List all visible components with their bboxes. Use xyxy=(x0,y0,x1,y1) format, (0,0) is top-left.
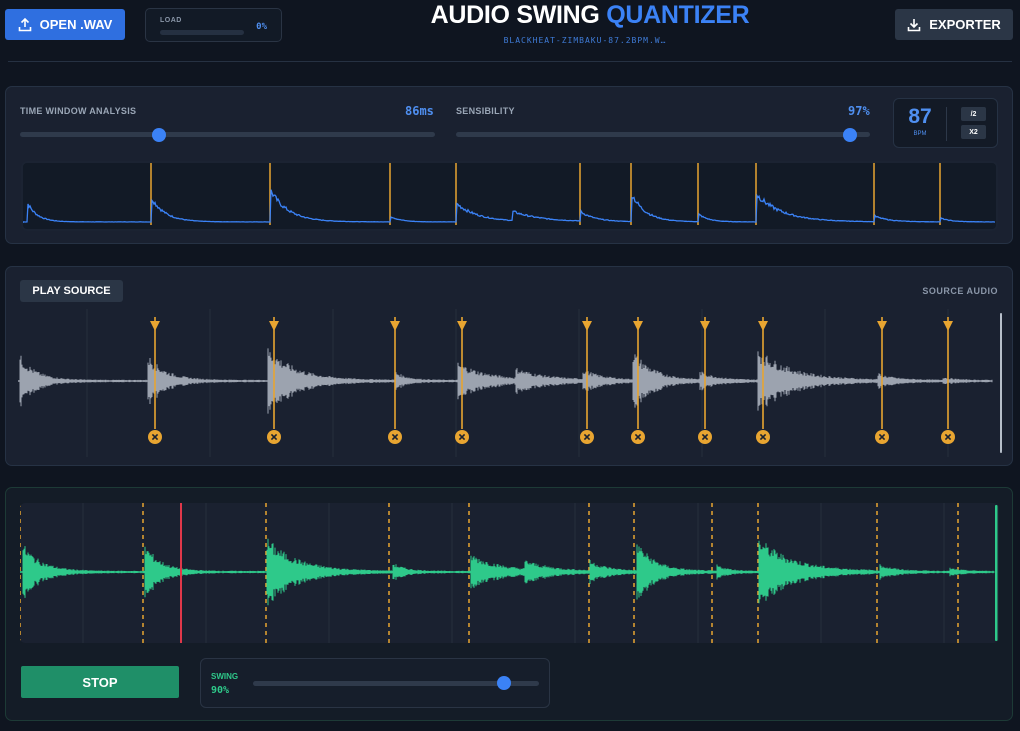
onset-envelope xyxy=(23,189,995,223)
source-audio-title: SOURCE AUDIO xyxy=(922,286,998,296)
onset-envelope-svg xyxy=(23,163,995,225)
bpm-value: 87 xyxy=(908,105,932,128)
bpm-display: 87 BPM /2 X2 xyxy=(893,98,998,148)
onset-marker-triangle xyxy=(269,321,279,331)
onset-marker-triangle xyxy=(390,321,400,331)
end-marker xyxy=(995,505,998,641)
time-window-value: 86ms xyxy=(405,104,434,118)
app-title-main: AUDIO SWING xyxy=(430,1,607,29)
analysis-panel: TIME WINDOW ANALYSIS 86ms SENSIBILITY 97… xyxy=(5,86,1013,244)
load-bar xyxy=(160,30,244,35)
onset-marker-triangle xyxy=(758,321,768,331)
time-window-slider[interactable] xyxy=(20,132,435,137)
swing-value: 90% xyxy=(211,685,230,696)
bpm-divider xyxy=(946,107,947,141)
app-title: AUDIO SWING QUANTIZER xyxy=(0,1,1020,30)
header-divider xyxy=(8,61,1012,62)
output-panel: STOP SWING 90% xyxy=(5,487,1013,721)
source-waveform[interactable] xyxy=(18,309,1002,457)
onset-marker-triangle xyxy=(582,321,592,331)
onset-marker-triangle xyxy=(633,321,643,331)
onset-marker-triangle xyxy=(150,321,160,331)
app-title-accent: QUANTIZER xyxy=(606,1,750,29)
swing-control: SWING 90% xyxy=(200,658,550,708)
stop-button[interactable]: STOP xyxy=(21,666,179,698)
sensibility-value: 97% xyxy=(848,104,870,118)
waveform-path xyxy=(20,538,995,606)
time-window-thumb[interactable] xyxy=(152,128,166,142)
onset-marker-triangle xyxy=(877,321,887,331)
swing-label: SWING xyxy=(211,672,239,681)
file-name: BLACKHEAT-ZIMBAKU-87.2BPM.W… xyxy=(503,36,667,45)
source-waveform-svg xyxy=(18,309,1002,457)
quantized-waveform-svg xyxy=(20,503,998,643)
onset-marker-triangle xyxy=(943,321,953,331)
sensibility-thumb[interactable] xyxy=(843,128,857,142)
play-source-button[interactable]: PLAY SOURCE xyxy=(20,280,123,302)
end-marker xyxy=(1000,313,1002,453)
double-bpm-button[interactable]: X2 xyxy=(961,125,986,139)
download-icon xyxy=(907,18,921,31)
swing-thumb[interactable] xyxy=(497,676,511,690)
export-button[interactable]: EXPORTER xyxy=(895,9,1013,40)
sensibility-label: SENSIBILITY xyxy=(456,106,515,116)
half-bpm-button[interactable]: /2 xyxy=(961,107,986,121)
bpm-unit: BPM xyxy=(913,131,927,137)
quantized-waveform[interactable] xyxy=(20,503,999,643)
export-label: EXPORTER xyxy=(929,17,1001,32)
source-panel: PLAY SOURCE SOURCE AUDIO xyxy=(5,266,1013,466)
onset-envelope-view[interactable] xyxy=(21,161,998,231)
onset-marker-triangle xyxy=(457,321,467,331)
waveform-path xyxy=(18,348,993,414)
sensibility-slider[interactable] xyxy=(456,132,870,137)
time-window-label: TIME WINDOW ANALYSIS xyxy=(20,106,137,116)
